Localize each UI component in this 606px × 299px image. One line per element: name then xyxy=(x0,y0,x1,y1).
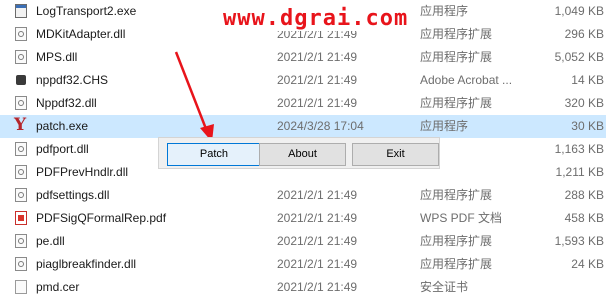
file-date: 2021/2/1 21:49 xyxy=(277,188,358,202)
file-size: 1,163 KB xyxy=(554,142,604,156)
file-name: MDKitAdapter.dll xyxy=(36,27,126,41)
file-name: LogTransport2.exe xyxy=(36,4,137,18)
dll-file-icon xyxy=(15,27,27,41)
file-row-pdfsettings[interactable]: pdfsettings.dll 2021/2/1 21:49 应用程序扩展 28… xyxy=(0,184,606,207)
file-type: 应用程序扩展 xyxy=(420,50,493,64)
file-name: pmd.cer xyxy=(36,280,80,294)
patch-app-icon xyxy=(14,114,27,137)
dll-file-icon xyxy=(15,188,27,202)
file-date: 2021/2/1 21:49 xyxy=(277,96,358,110)
dll-file-icon xyxy=(15,96,27,110)
dll-file-icon xyxy=(15,257,27,271)
file-type: 应用程序 xyxy=(420,119,469,133)
file-size: 30 KB xyxy=(571,119,604,133)
file-name: PDFPrevHndlr.dll xyxy=(36,165,129,179)
file-row-nppdf32-chs[interactable]: nppdf32.CHS 2021/2/1 21:49 Adobe Acrobat… xyxy=(0,69,606,92)
file-row-mps[interactable]: MPS.dll 2021/2/1 21:49 应用程序扩展 5,052 KB xyxy=(0,46,606,69)
file-size: 24 KB xyxy=(571,257,604,271)
file-row-piaglbreakfinder[interactable]: piaglbreakfinder.dll 2021/2/1 21:49 应用程序… xyxy=(0,253,606,276)
file-date: 2021/2/1 21:49 xyxy=(277,73,358,87)
file-row-nppdf32-dll[interactable]: Nppdf32.dll 2021/2/1 21:49 应用程序扩展 320 KB xyxy=(0,92,606,115)
file-type: 应用程序扩展 xyxy=(420,27,493,41)
file-name: Nppdf32.dll xyxy=(36,96,97,110)
patch-dialog: Patch About Exit xyxy=(158,137,440,169)
file-name: nppdf32.CHS xyxy=(36,73,109,87)
dll-file-icon xyxy=(15,234,27,248)
file-name: pdfsettings.dll xyxy=(36,188,110,202)
file-type: 应用程序扩展 xyxy=(420,96,493,110)
file-size: 320 KB xyxy=(564,96,604,110)
file-size: 1,211 KB xyxy=(555,165,604,179)
file-row-pmd-cer[interactable]: pmd.cer 2021/2/1 21:49 安全证书 xyxy=(0,276,606,299)
file-name: pdfport.dll xyxy=(36,142,89,156)
file-type: WPS PDF 文档 xyxy=(420,211,503,225)
file-type: 安全证书 xyxy=(420,280,469,294)
file-type: 应用程序扩展 xyxy=(420,188,493,202)
pdf-file-icon xyxy=(15,211,27,225)
file-size: 296 KB xyxy=(564,27,604,41)
exit-button[interactable]: Exit xyxy=(352,143,439,166)
file-size: 14 KB xyxy=(571,73,604,87)
file-name: pe.dll xyxy=(36,234,65,248)
file-date: 2021/2/1 21:49 xyxy=(277,280,358,294)
file-size: 458 KB xyxy=(564,211,604,225)
file-size: 1,049 KB xyxy=(554,4,604,18)
file-date: 2021/2/1 21:49 xyxy=(277,50,358,64)
file-name: MPS.dll xyxy=(36,50,78,64)
file-type: 应用程序扩展 xyxy=(420,234,493,248)
about-button[interactable]: About xyxy=(259,143,346,166)
dll-file-icon xyxy=(15,165,27,179)
file-date: 2021/2/1 21:49 xyxy=(277,257,358,271)
file-date: 2021/2/1 21:49 xyxy=(277,234,358,248)
file-row-pe[interactable]: pe.dll 2021/2/1 21:49 应用程序扩展 1,593 KB xyxy=(0,230,606,253)
dll-file-icon xyxy=(15,50,27,64)
file-type: 应用程序扩展 xyxy=(420,257,493,271)
file-date: 2024/3/28 17:04 xyxy=(277,119,364,133)
file-name: piaglbreakfinder.dll xyxy=(36,257,137,271)
dll-file-icon xyxy=(15,142,27,156)
file-size: 5,052 KB xyxy=(554,50,604,64)
chs-file-icon xyxy=(15,73,27,87)
watermark: www.dgrai.com xyxy=(219,6,413,31)
generic-file-icon xyxy=(15,280,27,294)
file-type: 应用程序 xyxy=(420,4,469,18)
exe-file-icon xyxy=(15,4,27,18)
file-size: 288 KB xyxy=(564,188,604,202)
file-row-patch-exe[interactable]: patch.exe 2024/3/28 17:04 应用程序 30 KB xyxy=(0,114,606,138)
file-name: patch.exe xyxy=(36,119,89,133)
file-type: Adobe Acrobat ... xyxy=(420,73,513,87)
patch-button[interactable]: Patch xyxy=(167,143,261,166)
file-size: 1,593 KB xyxy=(554,234,604,248)
file-date: 2021/2/1 21:49 xyxy=(277,211,358,225)
file-row-pdfsigqformalrep[interactable]: PDFSigQFormalRep.pdf 2021/2/1 21:49 WPS … xyxy=(0,207,606,230)
file-name: PDFSigQFormalRep.pdf xyxy=(36,211,167,225)
